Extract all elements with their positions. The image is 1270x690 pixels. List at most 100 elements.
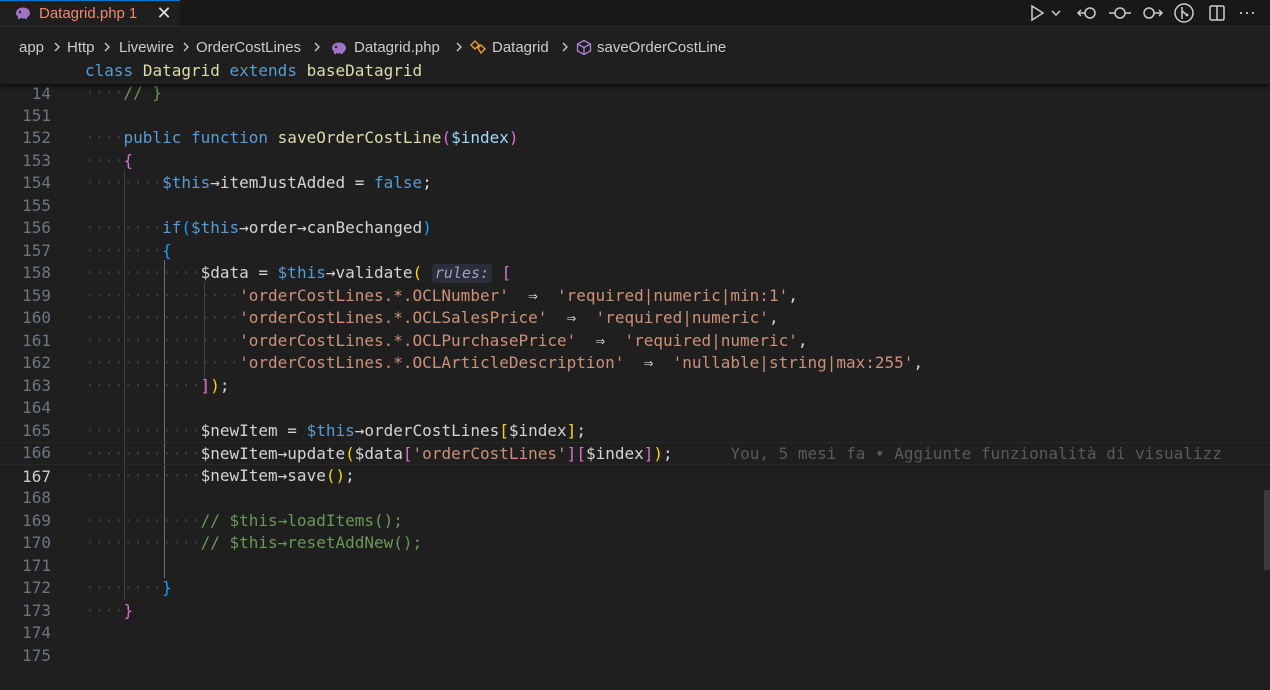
timeline-icon[interactable]	[1108, 3, 1132, 23]
code-line[interactable]: 171 ············// $this→resetAddNew();	[0, 532, 1270, 575]
variable: $this	[162, 173, 211, 192]
method-icon	[576, 39, 592, 56]
php-icon	[16, 7, 30, 19]
chevron-right-icon	[456, 42, 462, 52]
variable: $index	[451, 128, 509, 147]
code-line[interactable]: 154 ····{	[0, 150, 1270, 193]
method-call: update	[287, 444, 346, 463]
operator: =	[345, 173, 375, 192]
close-icon[interactable]: ✕	[155, 3, 173, 23]
class-name: baseDatagrid	[306, 61, 423, 80]
variable: $data	[354, 444, 403, 463]
variable: $newItem	[200, 465, 278, 485]
punctuation: ;	[422, 173, 432, 192]
operator: =	[248, 263, 278, 282]
parameter-hint: rules:	[431, 264, 493, 283]
method-call: validate	[335, 263, 413, 282]
code-line[interactable]: 175	[0, 622, 1270, 665]
breadcrumb-item-file[interactable]: Datagrid.php	[354, 39, 440, 56]
code-line[interactable]: 172	[0, 555, 1270, 597]
scrollbar-thumb[interactable]	[1264, 490, 1270, 570]
keyword: public	[123, 128, 182, 147]
code-line[interactable]: 163 ················'orderCostLines.*.OC…	[0, 352, 1270, 395]
code-line[interactable]: 170 ············// $this→loadItems();	[0, 510, 1270, 553]
class-name: Datagrid	[142, 61, 220, 80]
tab-filename: Datagrid.php	[39, 5, 125, 22]
code-line[interactable]: 156	[0, 195, 1270, 237]
string: 'nullable|string|max:255'	[672, 353, 914, 372]
line-number: 175	[22, 645, 51, 665]
property: itemJustAdded	[219, 173, 346, 192]
code-editor[interactable]: 14 class Datagrid extends baseDatagrid 1…	[0, 60, 1270, 665]
breadcrumb-item-livewire[interactable]: Livewire	[119, 39, 174, 56]
chevron-down-icon[interactable]	[1049, 3, 1063, 23]
code-line[interactable]: 168 ············$newItem→save();	[0, 465, 1270, 508]
string: 'orderCostLines.*.OCLSalesPrice'	[239, 308, 548, 327]
arrow-operator: →	[210, 173, 220, 192]
fat-arrow-operator: ⇒	[528, 285, 538, 305]
go-forward-icon[interactable]	[1140, 3, 1164, 23]
tab-datagrid-php[interactable]: Datagrid.php 1 ✕	[0, 0, 180, 26]
variable: $newItem	[200, 420, 278, 440]
string: 'orderCostLines.*.OCLPurchasePrice'	[239, 330, 577, 350]
code-line-current[interactable]: 167 ············$newItem→update($data['o…	[0, 442, 1270, 486]
variable: $data	[200, 263, 249, 282]
breadcrumb: app Http Livewire OrderCostLines Datagri…	[0, 37, 1270, 59]
code-line[interactable]: 169	[0, 487, 1270, 530]
code-line[interactable]: 164 ············]);	[0, 375, 1270, 418]
property: canBechanged	[306, 218, 423, 237]
more-icon[interactable]: ···	[1238, 0, 1262, 22]
code-line[interactable]: 153 ····public function saveOrderCostLin…	[0, 127, 1270, 170]
code-line[interactable]: 166 ············$newItem = $this→orderCo…	[0, 420, 1270, 463]
comment: // $this→resetAddNew();	[200, 533, 423, 552]
fat-arrow-operator: ⇒	[643, 353, 654, 372]
go-back-icon[interactable]	[1076, 3, 1100, 23]
php-icon	[332, 42, 346, 54]
variable: $index	[585, 444, 644, 463]
code-line[interactable]: 173 ········}	[0, 577, 1270, 620]
string: 'orderCostLines.*.OCLArticleDescription'	[239, 353, 625, 372]
code-line[interactable]: 152	[0, 105, 1270, 147]
code-line[interactable]: 174 ····}	[0, 600, 1270, 643]
variable: $this	[190, 218, 240, 237]
breadcrumb-item-ordercostlines[interactable]: OrderCostLines	[196, 39, 301, 56]
class-icon	[470, 40, 486, 55]
fat-arrow-operator: ⇒	[595, 330, 606, 350]
code-line[interactable]: 151 ····// }	[0, 82, 1270, 125]
git-icon[interactable]	[1173, 3, 1195, 23]
comment: // $this→loadItems();	[200, 510, 403, 530]
function-name: saveOrderCostLine	[277, 128, 442, 147]
chevron-right-icon	[314, 42, 320, 52]
breadcrumb-item-method[interactable]: saveOrderCostLine	[597, 39, 726, 56]
keyword: class	[85, 61, 134, 80]
chevron-right-icon	[104, 42, 110, 52]
variable: $this	[306, 420, 355, 440]
chevron-right-icon	[183, 42, 189, 52]
tab-problem-count: 1	[128, 5, 138, 22]
variable: $this	[277, 263, 326, 282]
sticky-scroll-line[interactable]: 14 class Datagrid extends baseDatagrid	[0, 60, 1270, 103]
breadcrumb-item-class[interactable]: Datagrid	[492, 39, 549, 56]
code-line[interactable]: 165	[0, 397, 1270, 440]
chevron-right-icon	[562, 42, 568, 52]
keyword: extends	[229, 61, 297, 80]
fat-arrow-operator: ⇒	[566, 308, 577, 327]
string: 'required|numeric'	[624, 330, 798, 350]
code-line[interactable]: 155 ········$this→itemJustAdded = false;	[0, 172, 1270, 215]
variable: $index	[508, 420, 567, 440]
code-line[interactable]: 162 ················'orderCostLines.*.OC…	[0, 330, 1270, 373]
tab-label: Datagrid.php 1	[39, 5, 137, 22]
split-editor-icon[interactable]	[1207, 3, 1227, 23]
code-line[interactable]: 157 ········if($this→order→canBechanged)	[0, 217, 1270, 260]
variable: $newItem	[200, 444, 278, 463]
code-line[interactable]: 159 ············$data = $this→validate( …	[0, 262, 1270, 305]
code-line[interactable]: 161 ················'orderCostLines.*.OC…	[0, 307, 1270, 350]
breadcrumb-item-app[interactable]: app	[19, 39, 44, 56]
code-line[interactable]: 158 ········{	[0, 240, 1270, 283]
comment: // }	[123, 83, 163, 102]
code-line[interactable]: 160 ················'orderCostLines.*.OC…	[0, 285, 1270, 328]
breadcrumb-item-http[interactable]: Http	[67, 39, 95, 56]
keyword: function	[190, 128, 269, 147]
chevron-right-icon	[54, 42, 60, 52]
run-icon[interactable]	[1027, 3, 1047, 23]
